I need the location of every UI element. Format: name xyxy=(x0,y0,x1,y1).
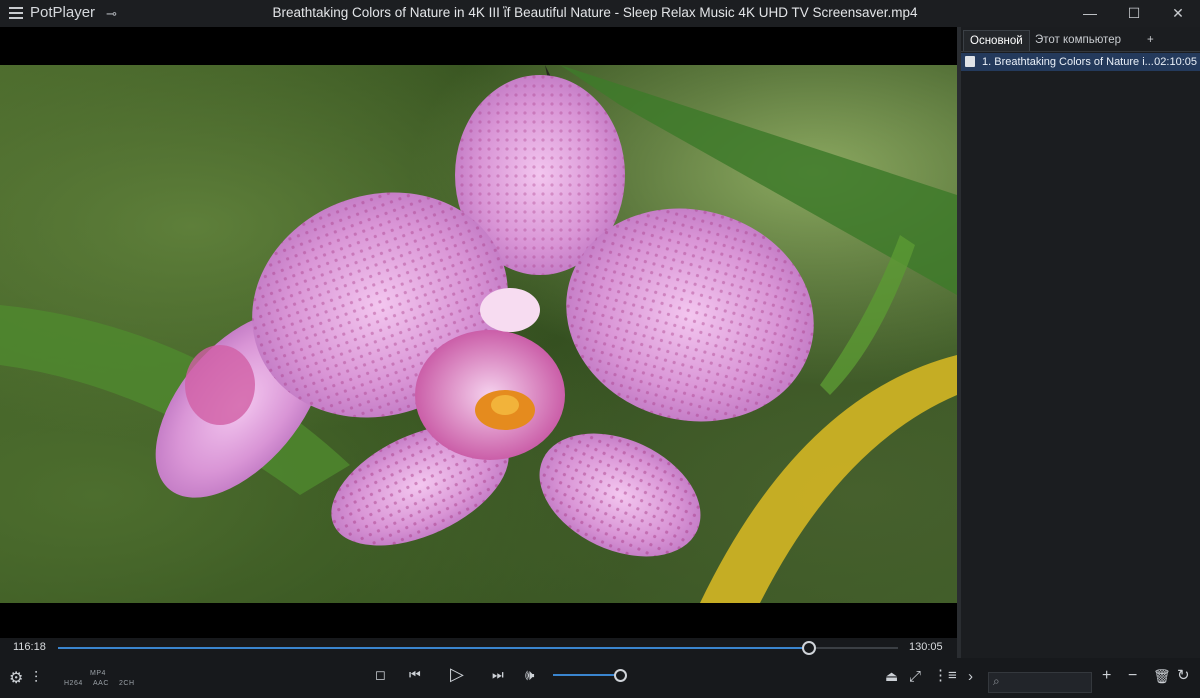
window-title: Breathtaking Colors of Nature in 4K III … xyxy=(272,5,918,20)
next-icon[interactable]: ⏭ xyxy=(492,668,504,681)
speaker-icon[interactable]: 🕪 xyxy=(525,668,534,683)
pin-icon[interactable]: ⊸ xyxy=(106,6,117,22)
video-area[interactable] xyxy=(0,27,957,638)
minus-icon[interactable]: − xyxy=(1128,668,1137,684)
control-bar: ⚙ ⫶ MP4 H264 AAC 2CH ◻ ⏮ ▷ ⏭ 🕪 ⏏ ⤢ ⋮≡ › … xyxy=(0,658,1200,698)
previous-icon[interactable]: ⏮ xyxy=(409,668,421,681)
volume-slider[interactable] xyxy=(553,674,619,676)
file-icon xyxy=(965,56,975,67)
container-badge: MP4 xyxy=(90,670,106,677)
search-icon: ⌕ xyxy=(993,674,1000,688)
plus-icon[interactable]: + xyxy=(1102,668,1111,684)
repeat-icon[interactable]: ↻ xyxy=(1177,668,1190,683)
trash-icon[interactable]: 🗑 xyxy=(1153,669,1171,683)
tab-this-computer[interactable]: Этот компьютер xyxy=(1029,30,1127,51)
maximize-button[interactable]: ☐ xyxy=(1112,0,1156,27)
tab-add[interactable]: + xyxy=(1141,30,1160,51)
search-input[interactable]: ⌕ xyxy=(988,672,1092,693)
orchid-image xyxy=(0,65,957,603)
title-bar: PotPlayer ⊸ Breathtaking Colors of Natur… xyxy=(0,0,1200,27)
playlist-item-duration: 02:10:05 xyxy=(1154,56,1197,68)
current-time: 116:18 xyxy=(13,641,46,653)
tab-divider xyxy=(961,51,1200,52)
playlist-item-title: 1. Breathtaking Colors of Nature i... xyxy=(982,56,1154,68)
tab-main[interactable]: Основной xyxy=(963,30,1030,52)
total-time: 130:05 xyxy=(909,641,943,653)
sliders-icon[interactable]: ⫶ xyxy=(34,671,38,687)
seek-handle[interactable] xyxy=(801,641,816,655)
video-frame[interactable] xyxy=(0,65,957,603)
minimize-button[interactable]: — xyxy=(1068,0,1112,27)
eject-icon[interactable]: ⏏ xyxy=(885,669,898,683)
playlist-icon[interactable]: ⋮≡ xyxy=(933,668,957,683)
app-name[interactable]: PotPlayer xyxy=(30,4,95,21)
gear-icon[interactable]: ⚙ xyxy=(9,671,23,687)
close-button[interactable]: ✕ xyxy=(1156,0,1200,27)
channels-badge: 2CH xyxy=(119,680,135,687)
playlist-panel: Основной Этот компьютер + 1. Breathtakin… xyxy=(961,27,1200,665)
playlist-item[interactable]: 1. Breathtaking Colors of Nature i... 02… xyxy=(961,53,1200,71)
stop-icon[interactable]: ◻ xyxy=(375,668,386,681)
chevron-right-icon[interactable]: › xyxy=(968,669,973,684)
seek-progress xyxy=(58,647,809,649)
seek-bar-row: 116:18 130:05 xyxy=(0,638,957,658)
seek-bar[interactable] xyxy=(58,641,898,655)
audio-codec-badge: AAC xyxy=(93,680,109,687)
play-icon[interactable]: ▷ xyxy=(450,665,464,683)
volume-handle[interactable] xyxy=(614,669,627,682)
fullscreen-icon[interactable]: ⤢ xyxy=(909,669,921,684)
menu-icon[interactable] xyxy=(9,7,23,19)
video-codec-badge: H264 xyxy=(64,680,83,687)
